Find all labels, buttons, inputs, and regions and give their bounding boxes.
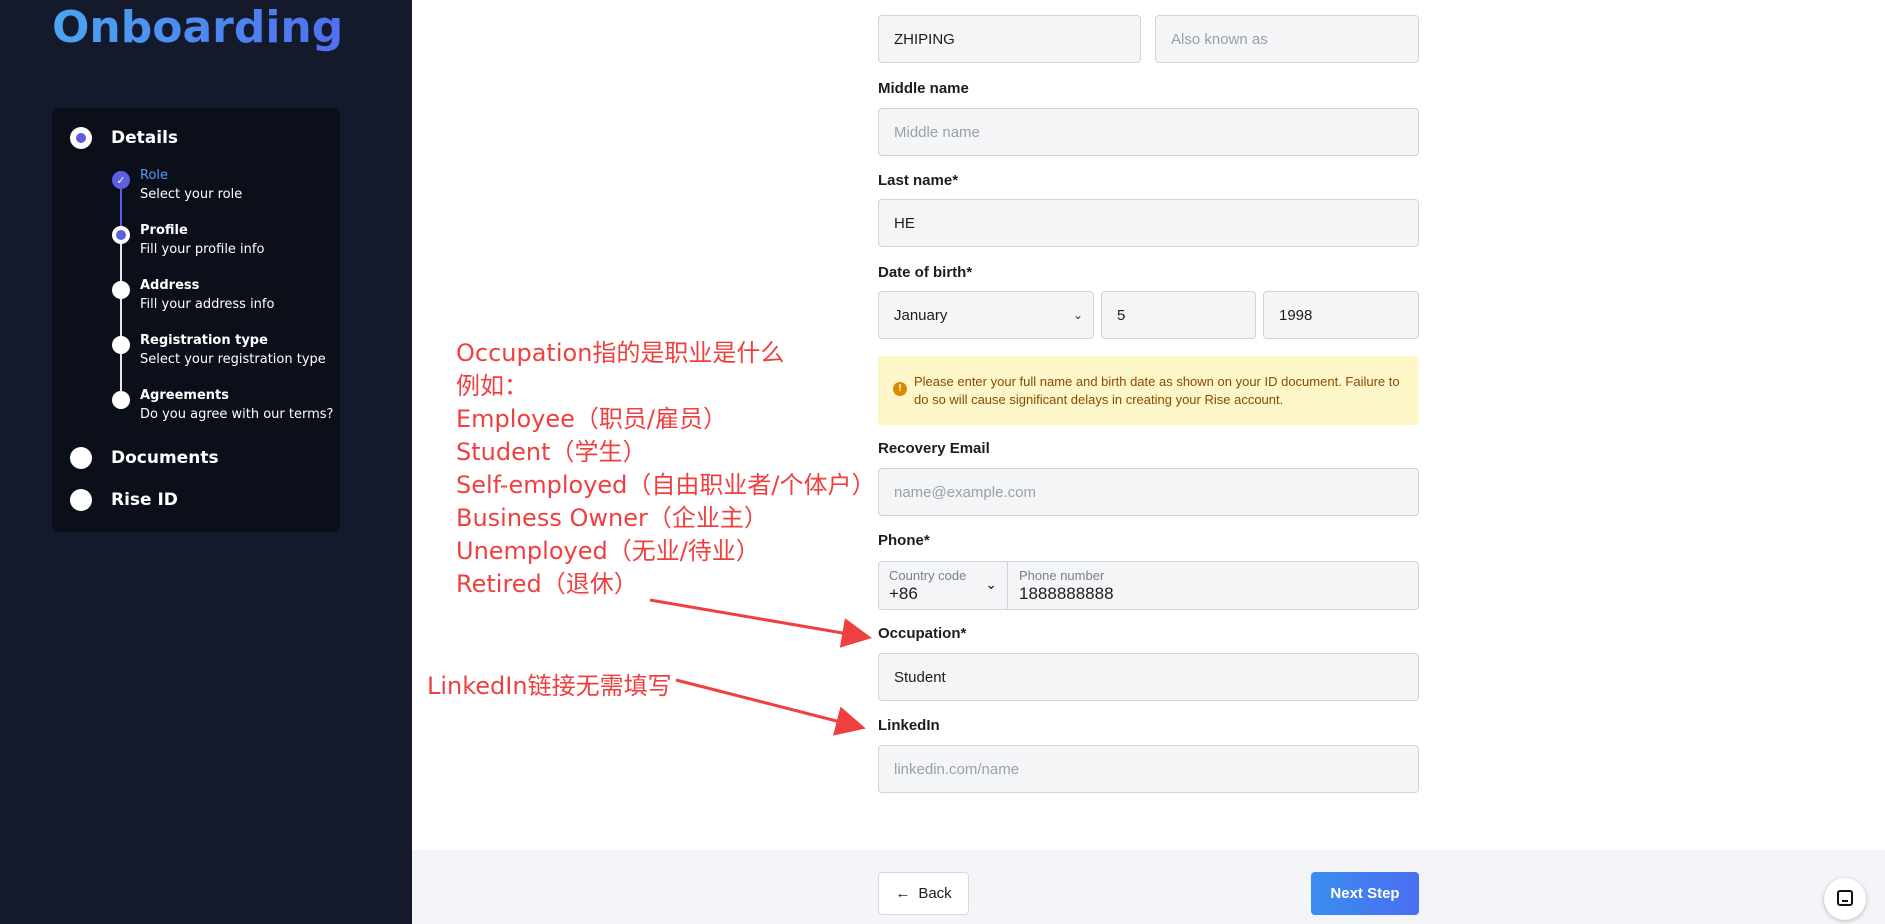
first-name-input[interactable]: ZHIPING	[878, 15, 1141, 63]
phone-number-label: Phone number	[1019, 568, 1105, 583]
first-name-value: ZHIPING	[894, 30, 955, 48]
last-name-label: Last name*	[878, 172, 959, 189]
phone-label: Phone*	[878, 532, 930, 549]
recovery-email-placeholder: name@example.com	[894, 483, 1036, 501]
annotation-line: Retired（退休）	[456, 570, 638, 598]
annotation-line: Unemployed（无业/待业）	[456, 537, 760, 565]
linkedin-annotation: LinkedIn链接无需填写	[427, 672, 672, 700]
linkedin-placeholder: linkedin.com/name	[894, 760, 1020, 778]
substep-desc: Select your role	[140, 187, 243, 202]
substep-title: Registration type	[140, 333, 268, 348]
notice-text: Please enter your full name and birth da…	[914, 374, 1400, 407]
dob-day-input[interactable]: 5	[1101, 291, 1256, 339]
step-label: Rise ID	[111, 490, 178, 510]
substep-title: Address	[140, 278, 200, 293]
arrow-left-icon: ←	[895, 885, 911, 902]
annotation-line: Occupation指的是职业是什么	[456, 339, 785, 367]
occupation-label: Occupation*	[878, 625, 967, 642]
back-button[interactable]: ← Back	[878, 872, 969, 915]
last-name-input[interactable]: HE	[878, 199, 1419, 247]
recovery-email-input[interactable]: name@example.com	[878, 468, 1419, 516]
step-rise-id[interactable]: Rise ID	[70, 489, 178, 511]
linkedin-label: LinkedIn	[878, 717, 940, 734]
next-step-button[interactable]: Next Step	[1311, 872, 1419, 915]
step-details[interactable]: Details	[70, 127, 178, 149]
annotation-line: Business Owner（企业主）	[456, 504, 768, 532]
dob-month-select[interactable]: January ⌄	[878, 291, 1094, 339]
country-code-value: +86	[889, 584, 918, 603]
annotation-line: 例如：	[456, 372, 528, 400]
substep-desc: Select your registration type	[140, 352, 326, 367]
info-icon: !	[893, 382, 907, 396]
annotation-line: Self-employed（自由职业者/个体户）	[456, 471, 876, 499]
dob-label: Date of birth*	[878, 264, 973, 281]
substep-title: Role	[140, 168, 169, 183]
chat-button[interactable]	[1824, 878, 1866, 920]
step-active-indicator-icon	[70, 127, 92, 149]
dob-month-value: January	[894, 306, 948, 324]
step-documents[interactable]: Documents	[70, 447, 219, 469]
country-code-select[interactable]: Country code +86 ⌄	[879, 562, 1008, 609]
substep-desc: Do you agree with our terms?	[140, 407, 334, 422]
step-indicator-icon	[70, 489, 92, 511]
current-step-icon	[112, 226, 130, 244]
step-label: Details	[111, 128, 179, 148]
phone-number-input[interactable]: Phone number 1888888888	[1008, 562, 1418, 609]
middle-name-input[interactable]: Middle name	[878, 108, 1419, 156]
middle-name-label: Middle name	[878, 80, 969, 97]
occupation-value: Student	[894, 668, 946, 686]
footer-bar	[412, 850, 1885, 924]
country-code-label: Country code	[889, 568, 967, 583]
alias-input[interactable]: Also known as	[1155, 15, 1419, 63]
chevron-down-icon: ⌄	[985, 576, 997, 592]
middle-name-placeholder: Middle name	[894, 123, 980, 141]
brand-title: Onboarding	[52, 0, 343, 58]
check-icon: ✓	[112, 171, 130, 189]
annotation-line: Employee（职员/雇员）	[456, 405, 727, 433]
dob-year-value: 1998	[1279, 306, 1313, 324]
phone-field: Country code +86 ⌄ Phone number 18888888…	[878, 561, 1419, 610]
id-notice: ! Please enter your full name and birth …	[878, 356, 1419, 425]
pending-step-icon	[112, 281, 130, 299]
back-label: Back	[918, 885, 952, 902]
linkedin-input[interactable]: linkedin.com/name	[878, 745, 1419, 793]
next-step-label: Next Step	[1330, 885, 1400, 902]
substep-desc: Fill your profile info	[140, 242, 265, 257]
occupation-annotation: Occupation指的是职业是什么 例如： Employee（职员/雇员） S…	[456, 337, 875, 601]
steps-panel: Details ✓ Role Select your role Profile …	[52, 108, 340, 532]
chat-icon	[1837, 890, 1853, 906]
annotation-line: Student（学生）	[456, 438, 647, 466]
pending-step-icon	[112, 336, 130, 354]
substep-title: Agreements	[140, 388, 229, 403]
dob-day-value: 5	[1117, 306, 1126, 324]
recovery-email-label: Recovery Email	[878, 440, 990, 457]
substep-title: Profile	[140, 223, 188, 238]
arrow-to-occupation	[649, 598, 872, 648]
substep-desc: Fill your address info	[140, 297, 275, 312]
sidebar: Onboarding Details ✓ Role Select your ro…	[0, 0, 412, 924]
phone-number-value: 1888888888	[1019, 584, 1114, 603]
dob-year-input[interactable]: 1998	[1263, 291, 1419, 339]
last-name-value: HE	[894, 214, 915, 232]
pending-step-icon	[112, 391, 130, 409]
arrow-to-linkedin	[675, 678, 866, 736]
step-indicator-icon	[70, 447, 92, 469]
chevron-down-icon: ⌄	[1072, 308, 1083, 322]
alias-placeholder: Also known as	[1171, 30, 1268, 48]
step-label: Documents	[111, 448, 219, 468]
occupation-input[interactable]: Student	[878, 653, 1419, 701]
